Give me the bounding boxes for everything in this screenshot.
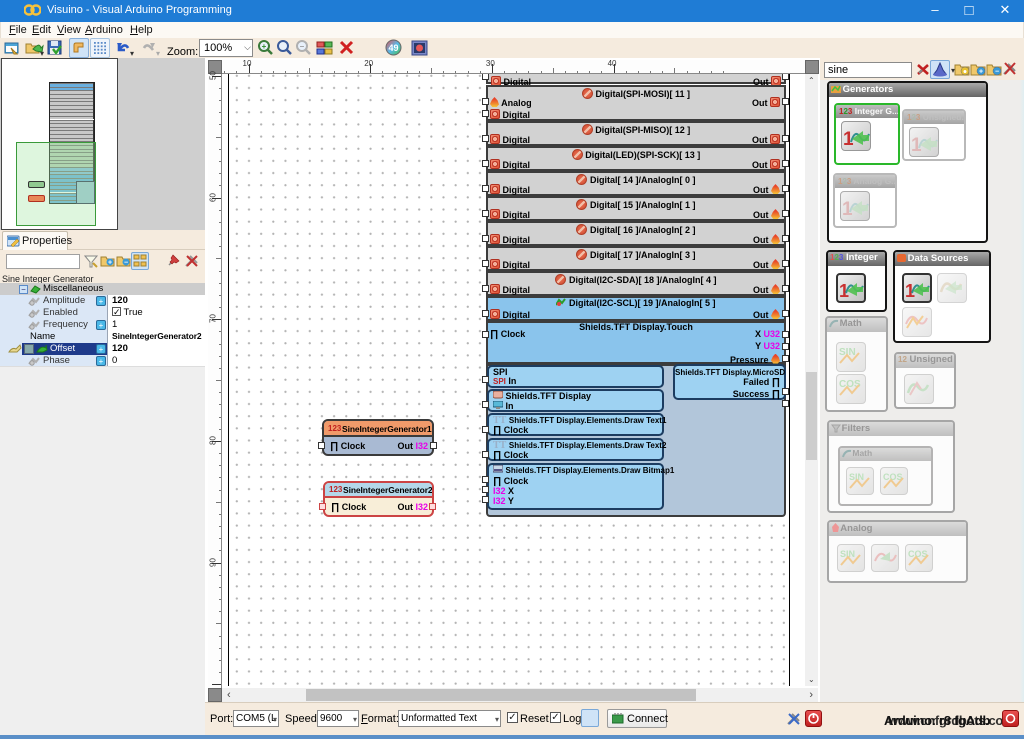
svg-text:−: −	[124, 260, 128, 267]
svg-text:+: +	[108, 260, 112, 267]
svg-text:49: 49	[388, 43, 398, 53]
svg-text:●: ●	[963, 69, 967, 76]
svg-text:–: –	[300, 42, 305, 51]
svg-text:+: +	[262, 42, 267, 51]
svg-text:−: −	[995, 69, 999, 76]
svg-text:+: +	[979, 69, 983, 76]
svg-text:COS: COS	[839, 379, 861, 390]
